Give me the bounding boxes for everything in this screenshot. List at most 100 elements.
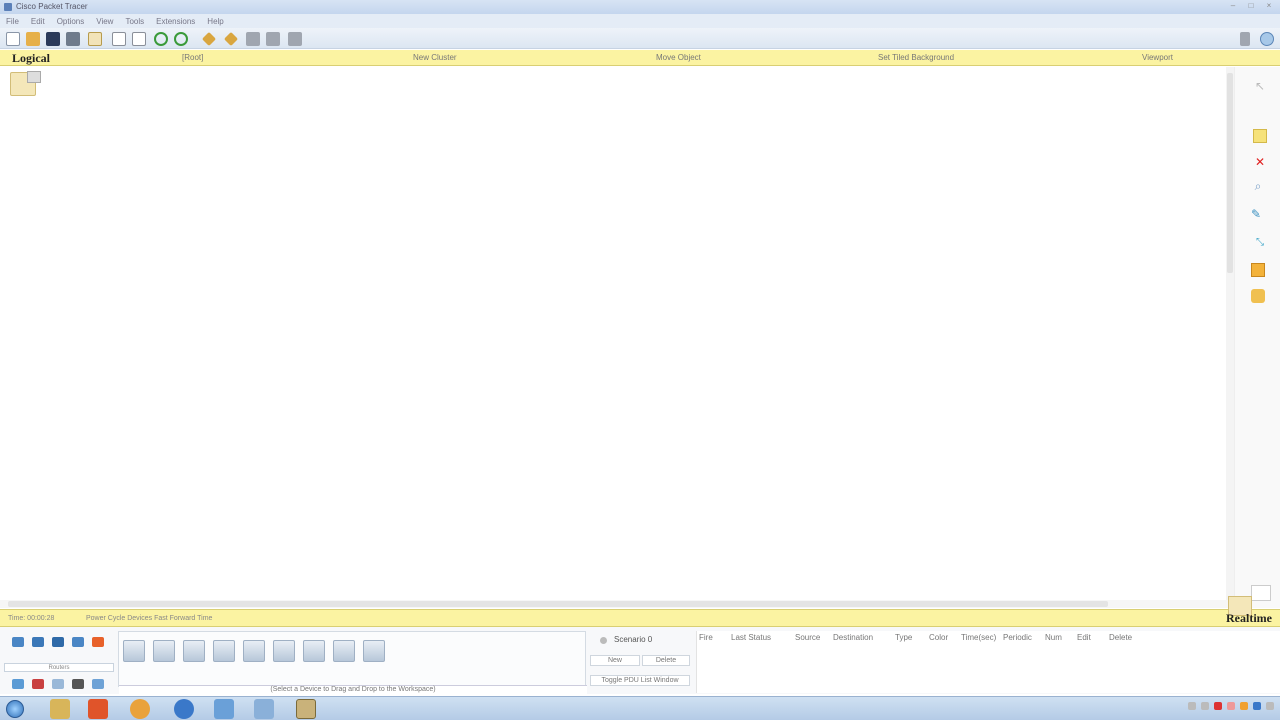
volume-icon[interactable] [1266,702,1274,710]
palette-icon[interactable] [288,32,302,46]
toggle-pdu-list-button[interactable]: Toggle PDU List Window [590,675,690,686]
ie-taskbar-icon[interactable] [174,699,194,719]
device-2901-icon[interactable] [153,640,175,662]
security-category-icon[interactable] [32,679,44,689]
switches-category-icon[interactable] [32,637,44,647]
tray-icon[interactable] [1201,702,1209,710]
select-icon[interactable]: ↖ [1253,79,1267,93]
connections-category-icon[interactable] [92,637,104,647]
menu-edit[interactable]: Edit [31,17,45,26]
device-generic-icon[interactable] [333,640,355,662]
menu-tools[interactable]: Tools [125,17,144,26]
device-categories: Routers [4,635,114,691]
vertical-scroll-thumb[interactable] [1227,73,1233,273]
scenario-select[interactable]: Scenario 0 [598,635,688,647]
inspect-icon[interactable] [223,31,239,47]
realtime-mode-tab[interactable]: Realtime [1226,611,1272,626]
redo-icon[interactable] [174,32,188,46]
explorer-taskbar-icon[interactable] [50,699,70,719]
col-edit: Edit [1077,633,1091,642]
root-button[interactable]: [Root] [182,53,203,62]
device-829-icon[interactable] [273,640,295,662]
start-button-icon[interactable] [6,700,24,718]
open-folder-icon[interactable] [26,32,40,46]
print-icon[interactable] [66,32,80,46]
end-devices-category-icon[interactable] [12,679,24,689]
menu-help[interactable]: Help [207,17,223,26]
power-cycle-fast-forward[interactable]: Power Cycle Devices Fast Forward Time [86,615,212,622]
app-taskbar-icon[interactable] [254,699,274,719]
save-icon[interactable] [46,32,60,46]
os-taskbar [0,696,1280,720]
set-tiled-background-button[interactable]: Set Tiled Background [878,53,954,62]
multiuser-category-icon[interactable] [92,679,104,689]
cluster-icon[interactable] [10,71,41,96]
col-delete: Delete [1109,633,1133,642]
zoom-icon[interactable] [246,32,260,46]
tray-icon[interactable] [1253,702,1261,710]
pencil-icon[interactable] [201,31,217,47]
firefox-taskbar-icon[interactable] [88,699,108,719]
device-2911-icon[interactable] [183,640,205,662]
wireless-category-icon[interactable] [72,637,84,647]
activity-wizard-icon[interactable] [88,32,102,46]
document-icon[interactable] [112,32,126,46]
common-tools-bar: ↖ ✕ ⌕ ✎ ⤡ [1234,67,1280,608]
routers-category-icon[interactable] [12,637,24,647]
logical-workspace-bar: Logical [Root] New Cluster Move Object S… [0,50,1280,66]
document-icon[interactable] [132,32,146,46]
logical-tab[interactable]: Logical [12,51,50,66]
viewport-button[interactable]: Viewport [1142,53,1173,62]
new-scenario-button[interactable]: New [590,655,640,666]
horizontal-scrollbar[interactable] [0,600,1228,608]
resize-shape-icon[interactable]: ⤡ [1253,235,1267,249]
help-icon[interactable] [1260,32,1274,46]
move-object-button[interactable]: Move Object [656,53,701,62]
menu-options[interactable]: Options [57,17,85,26]
draw-shape-icon[interactable]: ✎ [1249,207,1263,221]
add-complex-pdu-icon[interactable] [1251,289,1265,303]
tray-icon[interactable] [1227,702,1235,710]
add-simple-pdu-icon[interactable] [1251,263,1265,277]
col-time: Time(sec) [961,633,997,642]
info-icon[interactable] [1240,32,1250,46]
place-note-icon[interactable] [1253,129,1267,143]
new-cluster-button[interactable]: New Cluster [413,53,457,62]
vertical-scrollbar[interactable] [1226,67,1234,600]
logical-workspace-canvas[interactable] [0,67,1228,600]
time-label: Time: 00:00:28 [8,615,55,622]
tray-icon[interactable] [1214,702,1222,710]
delete-scenario-button[interactable]: Delete [642,655,690,666]
menu-extensions[interactable]: Extensions [156,17,195,26]
custom-devices-category-icon[interactable] [72,679,84,689]
custom-device-icon[interactable] [266,32,280,46]
device-generic-2-icon[interactable] [363,640,385,662]
tray-icon[interactable] [1240,702,1248,710]
wan-emulation-category-icon[interactable] [52,679,64,689]
media-taskbar-icon[interactable] [214,699,234,719]
packet-tracer-taskbar-icon[interactable] [296,699,316,719]
device-1240-icon[interactable] [303,640,325,662]
app-icon [4,3,12,11]
tray-icon[interactable] [1188,702,1196,710]
device-1941-icon[interactable] [123,640,145,662]
menu-view[interactable]: View [96,17,113,26]
maximize-icon[interactable]: □ [1246,2,1256,10]
hubs-category-icon[interactable] [52,637,64,647]
delete-icon[interactable]: ✕ [1253,155,1267,169]
col-color: Color [929,633,949,642]
device-819iox-icon[interactable] [213,640,235,662]
device-819hgw-icon[interactable] [243,640,265,662]
undo-icon[interactable] [154,32,168,46]
new-file-icon[interactable] [6,32,20,46]
title-bar: Cisco Packet Tracer – □ × [0,0,1280,14]
horizontal-scroll-thumb[interactable] [8,601,1108,607]
close-icon[interactable]: × [1264,2,1274,10]
inspect-magnifier-icon[interactable]: ⌕ [1251,179,1265,193]
pdu-event-list: Fire Last Status Source Destination Type… [696,631,1280,693]
window-controls: – □ × [1228,2,1274,10]
viewport-icon[interactable] [1251,585,1271,601]
menu-file[interactable]: File [6,17,19,26]
minimize-icon[interactable]: – [1228,2,1238,10]
chrome-taskbar-icon[interactable] [130,699,150,719]
